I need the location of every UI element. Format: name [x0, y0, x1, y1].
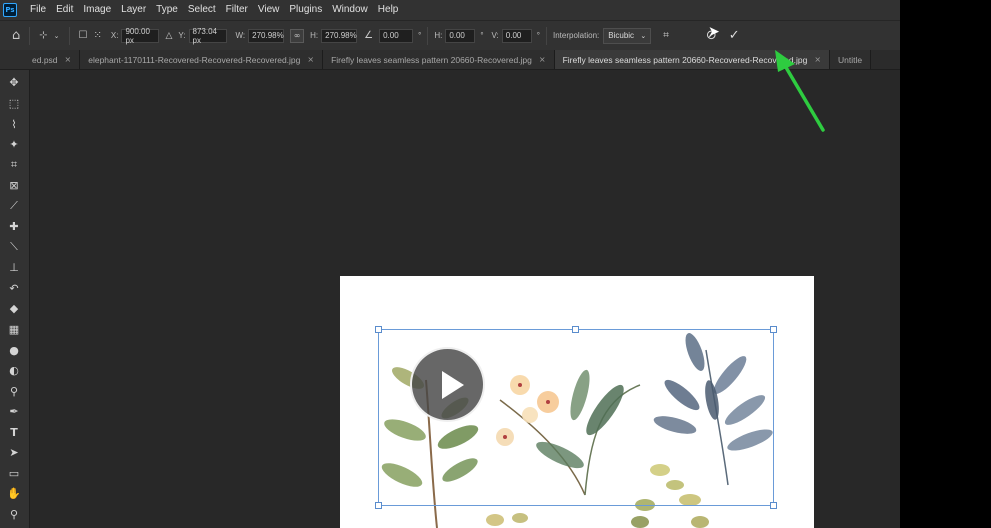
- mouse-cursor-icon: ➤: [708, 24, 720, 40]
- transform-handle-top-left[interactable]: [375, 326, 382, 333]
- transform-handle-top-center[interactable]: [572, 326, 579, 333]
- play-icon: [442, 371, 464, 399]
- transform-handle-top-right[interactable]: [770, 326, 777, 333]
- photoshop-window: Ps File Edit Image Layer Type Select Fil…: [0, 0, 900, 528]
- transform-handle-bottom-left[interactable]: [375, 502, 382, 509]
- black-letterbox: [900, 0, 991, 528]
- transform-handle-bottom-right[interactable]: [770, 502, 777, 509]
- video-play-button[interactable]: [410, 347, 485, 422]
